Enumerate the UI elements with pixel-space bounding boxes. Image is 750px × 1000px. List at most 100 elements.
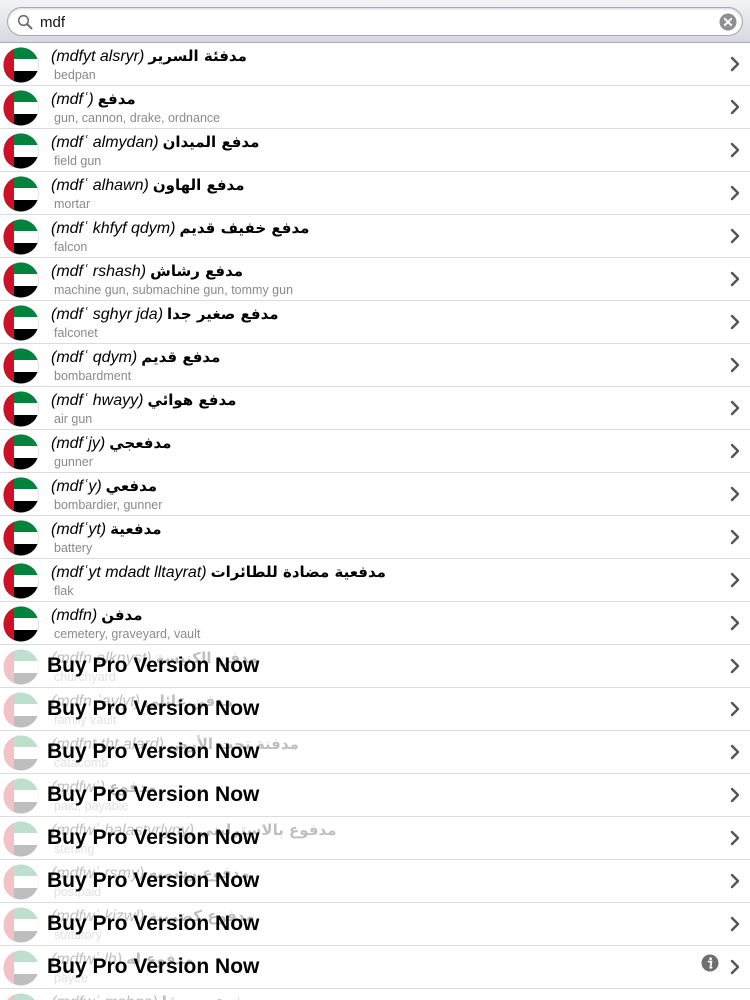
result-row[interactable]: (mdfʿ hwayy) مدفع هوائي air gun [0, 387, 750, 430]
entry-transliteration: (mdfn) [51, 607, 98, 624]
uae-flag-icon [3, 692, 39, 728]
chevron-right-icon [730, 916, 740, 932]
uae-flag-icon [3, 520, 39, 556]
result-row[interactable]: (mdfʿ khfyf qdym) مدفع خفيف قديم falcon [0, 215, 750, 258]
result-row[interactable]: (mdfʿyt mdadt lltayrat) مدفعية مضادة للطا… [0, 559, 750, 602]
entry-arabic: مدفع [97, 90, 136, 108]
search-bar [0, 0, 750, 43]
entry-arabic: مدفع هوائي [147, 391, 237, 409]
entry-title: (mdfʿ hwayy) مدفع هوائي [51, 391, 236, 410]
chevron-right-icon [730, 99, 740, 115]
buy-pro-label[interactable]: Buy Pro Version Now [47, 740, 259, 764]
locked-row[interactable]: (mdfwʿ rsmy) مدفوع رسميه postpaid Buy Pro V… [0, 860, 750, 903]
buy-pro-label[interactable]: Buy Pro Version Now [47, 697, 259, 721]
entry-meaning: falconet [54, 326, 98, 340]
entry-arabic: مدفع الميدان [162, 133, 260, 151]
info-icon[interactable] [701, 954, 719, 972]
uae-flag-icon [3, 993, 39, 1000]
entry-transliteration: (mdfyt alsryr) [51, 48, 145, 65]
uae-flag-icon [3, 262, 39, 298]
result-row[interactable]: (mdfʿ qdym) مدفع قديم bombardment [0, 344, 750, 387]
entry-meaning: flak [54, 584, 74, 598]
chevron-right-icon [730, 228, 740, 244]
result-row[interactable]: (mdfʿyt) مدفعية battery [0, 516, 750, 559]
entry-transliteration: (mdfwʿ msbqa) [51, 994, 158, 1000]
chevron-right-icon [730, 314, 740, 330]
entry-title: (mdfʿyt) مدفعية [51, 520, 162, 539]
locked-row[interactable]: (mdfwʿ) مدفوع paid, payable Buy Pro Version… [0, 774, 750, 817]
entry-transliteration: (mdfʿyt) [51, 521, 107, 538]
chevron-right-icon [730, 443, 740, 459]
entry-meaning: field gun [54, 154, 102, 168]
result-row[interactable]: (mdfʿ almydan) مدفع الميدان field gun [0, 129, 750, 172]
entry-transliteration: (mdfʿ khfyf qdym) [51, 220, 176, 237]
result-row[interactable]: (mdfʿy) مدفعي bombardier, gunner [0, 473, 750, 516]
entry-arabic: مدفن [101, 606, 143, 624]
chevron-right-icon [730, 572, 740, 588]
entry-title: (mdfʿ rshash) مدفع رشاش [51, 262, 243, 281]
result-row[interactable]: (mdfʿjy) مدفعجي gunner [0, 430, 750, 473]
chevron-right-icon [730, 787, 740, 803]
chevron-right-icon [730, 830, 740, 846]
uae-flag-icon [3, 563, 39, 599]
entry-transliteration: (mdfʿ alhawn) [51, 177, 149, 194]
entry-meaning: battery [54, 541, 93, 555]
uae-flag-icon [3, 950, 39, 986]
result-row[interactable]: (mdfʿ) مدفع gun, cannon, drake, ordnance [0, 86, 750, 129]
buy-pro-label[interactable]: Buy Pro Version Now [47, 826, 259, 850]
result-row[interactable]: (mdfʿ alhawn) مدفع الهاون mortar [0, 172, 750, 215]
buy-pro-label[interactable]: Buy Pro Version Now [47, 783, 259, 807]
entry-arabic: مدفع رشاش [150, 262, 244, 280]
uae-flag-icon [3, 305, 39, 341]
entry-meaning: gun, cannon, drake, ordnance [54, 111, 221, 125]
entry-arabic: مدفوع مسبقا [162, 993, 262, 1000]
buy-pro-label[interactable]: Buy Pro Version Now [47, 955, 259, 979]
chevron-right-icon [730, 400, 740, 416]
locked-row[interactable]: (mdfwʿ balastyrlyny) مدفوع بالاسترليني ste… [0, 817, 750, 860]
uae-flag-icon [3, 219, 39, 255]
entry-title: (mdfʿ sghyr jda) مدفع صغير جدا [51, 305, 279, 324]
entry-arabic: مدفعية [110, 520, 162, 538]
chevron-right-icon [730, 658, 740, 674]
locked-row[interactable]: (mdfn alknyst) مدفن الكنيسة churchyard Buy … [0, 645, 750, 688]
entry-transliteration: (mdfʿ almydan) [51, 134, 159, 151]
locked-row[interactable]: (mdfn ʿaylyt) مدفن عائلي family vault Buy P… [0, 688, 750, 731]
result-row[interactable]: (mdfʿ rshash) مدفع رشاش machine gun, subma… [0, 258, 750, 301]
entry-arabic: مدفع قديم [141, 348, 221, 366]
buy-pro-label[interactable]: Buy Pro Version Now [47, 912, 259, 936]
uae-flag-icon [3, 907, 39, 943]
entry-title: (mdfʿy) مدفعي [51, 477, 157, 496]
entry-title: (mdfyt alsryr) مدفئة السرير [51, 47, 247, 66]
entry-meaning: cemetery, graveyard, vault [54, 627, 201, 641]
locked-row[interactable]: (mdfwʿ kizwl) مدفوع كضريبة statutory Buy Pr… [0, 903, 750, 946]
entry-title: (mdfʿyt mdadt lltayrat) مدفعية مضادة للطا… [51, 563, 386, 582]
entry-transliteration: (mdfʿ sghyr jda) [51, 306, 164, 323]
chevron-right-icon [730, 357, 740, 373]
search-field[interactable] [7, 7, 743, 36]
result-row[interactable]: (mdfyt alsryr) مدفئة السرير bedpan [0, 43, 750, 86]
result-row[interactable]: (mdfn) مدفن cemetery, graveyard, vault [0, 602, 750, 645]
uae-flag-icon [3, 90, 39, 126]
entry-title: (mdfʿ) مدفع [51, 90, 136, 109]
results-list[interactable]: (mdfyt alsryr) مدفئة السرير bedpan (mdfʿ) مد… [0, 43, 750, 1000]
buy-pro-label[interactable]: Buy Pro Version Now [47, 654, 259, 678]
locked-row[interactable]: (mdfnt tht alard) مدفنة تحت الأرض catacomb… [0, 731, 750, 774]
entry-transliteration: (mdfʿ rshash) [51, 263, 147, 280]
uae-flag-icon [3, 864, 39, 900]
entry-title: (mdfʿjy) مدفعجي [51, 434, 171, 453]
entry-title: (mdfʿ qdym) مدفع قديم [51, 348, 220, 367]
chevron-right-icon [730, 701, 740, 717]
locked-row[interactable]: (mdfwʿ lh) مدفوع له payee Buy Pro Version N… [0, 946, 750, 989]
chevron-right-icon [730, 873, 740, 889]
chevron-right-icon [730, 615, 740, 631]
buy-pro-label[interactable]: Buy Pro Version Now [47, 869, 259, 893]
entry-arabic: مدفعية مضادة للطائرات [210, 563, 386, 581]
uae-flag-icon [3, 649, 39, 685]
result-row[interactable]: (mdfʿ sghyr jda) مدفع صغير جدا falconet [0, 301, 750, 344]
search-input[interactable] [40, 12, 700, 32]
entry-meaning: machine gun, submachine gun, tommy gun [54, 283, 294, 297]
locked-row[interactable]: (mdfwʿ msbqa)مدفوع مسبقاprepaid [0, 989, 750, 1000]
chevron-right-icon [730, 529, 740, 545]
uae-flag-icon [3, 434, 39, 470]
clear-icon[interactable] [719, 13, 737, 31]
